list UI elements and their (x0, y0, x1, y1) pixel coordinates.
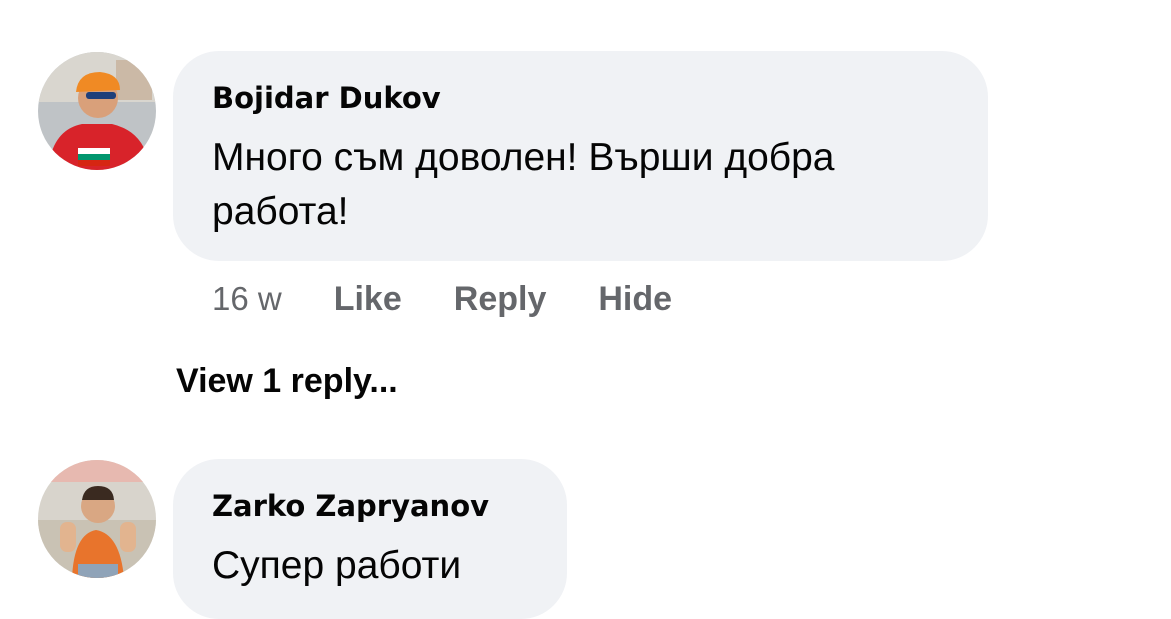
comment-text: Супер работи (212, 544, 462, 587)
reply-button[interactable]: Reply (454, 280, 547, 319)
like-button[interactable]: Like (334, 280, 402, 319)
comment-timestamp[interactable]: 16 w (212, 280, 282, 318)
comment-text: Много съм доволен! Върши добра работа! (212, 136, 835, 233)
comment-bubble: Zarko Zapryanov Супер работи (173, 459, 567, 619)
avatar-photo-icon (38, 52, 156, 170)
comment-author[interactable]: Bojidar Dukov (212, 81, 441, 115)
comment-actions: 16 w Like Reply Hide (212, 278, 724, 320)
avatar-bojidar-dukov[interactable] (38, 52, 156, 170)
avatar-photo-icon (38, 460, 156, 578)
comment-author[interactable]: Zarko Zapryanov (212, 489, 489, 523)
comment-bubble: Bojidar Dukov Много съм доволен! Върши д… (173, 51, 988, 261)
avatar-zarko-zapryanov[interactable] (38, 460, 156, 578)
view-replies-link[interactable]: View 1 reply... (176, 362, 398, 401)
hide-button[interactable]: Hide (598, 280, 672, 319)
